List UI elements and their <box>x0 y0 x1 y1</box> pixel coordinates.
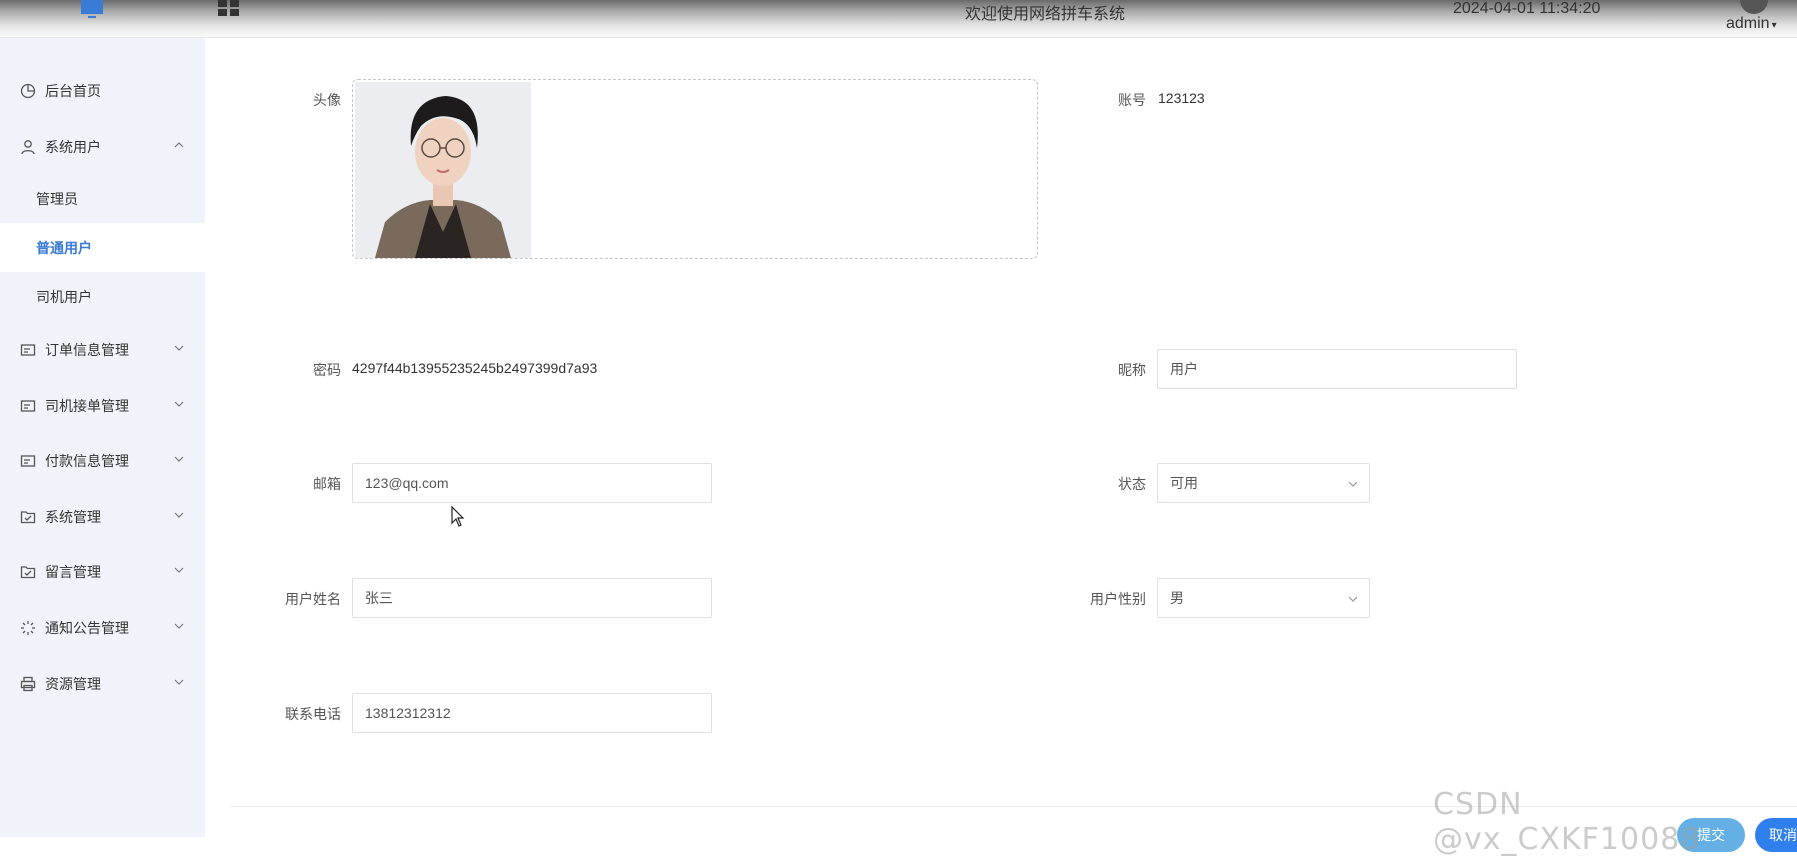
sidebar-item-label: 通知公告管理 <box>45 620 129 636</box>
sidebar-item-label: 订单信息管理 <box>45 342 129 358</box>
nickname-input[interactable]: 用户 <box>1157 349 1517 389</box>
status-selected-value: 可用 <box>1170 475 1198 491</box>
top-header: 欢迎使用网络拼车系统 2024-04-01 11:34:20 admin ▾ <box>0 0 1797 38</box>
chevron-down-icon <box>1348 596 1358 602</box>
sidebar-item-label: 系统用户 <box>45 139 101 155</box>
loading-icon <box>19 619 37 637</box>
watermark-text: CSDN @vx_CXKF10088 <box>1433 787 1701 857</box>
pie-chart-icon <box>19 82 37 100</box>
gender-selected-value: 男 <box>1170 590 1184 606</box>
avatar-label: 头像 <box>313 92 341 108</box>
sidebar-item-system-users[interactable]: 系统用户 <box>0 122 205 172</box>
phone-label: 联系电话 <box>285 706 341 722</box>
account-value: 123123 <box>1158 90 1205 106</box>
email-input[interactable]: 123@qq.com <box>352 463 712 503</box>
chevron-up-icon <box>174 142 184 148</box>
card-icon <box>19 452 37 470</box>
sidebar-item-label: 司机接单管理 <box>45 398 129 414</box>
sidebar-item-home[interactable]: 后台首页 <box>0 66 205 116</box>
sidebar-item-label: 资源管理 <box>45 676 101 692</box>
status-select[interactable]: 可用 <box>1157 463 1370 503</box>
header-datetime: 2024-04-01 11:34:20 <box>1453 0 1601 17</box>
user-avatar[interactable] <box>1740 0 1768 14</box>
phone-input[interactable]: 13812312312 <box>352 693 712 733</box>
sidebar: 后台首页 系统用户 管理员 普通用户 司机用户 订单信息管理 司机接单管理 付款… <box>0 38 205 837</box>
card-icon <box>19 341 37 359</box>
sidebar-item-order-management[interactable]: 订单信息管理 <box>0 325 205 375</box>
chevron-down-icon <box>174 345 184 351</box>
sidebar-item-notice-management[interactable]: 通知公告管理 <box>0 603 205 653</box>
chevron-down-icon <box>174 567 184 573</box>
sidebar-item-driver-orders[interactable]: 司机接单管理 <box>0 381 205 431</box>
sidebar-item-label: 后台首页 <box>45 83 101 99</box>
chevron-down-icon <box>174 679 184 685</box>
gender-select[interactable]: 男 <box>1157 578 1370 618</box>
sidebar-item-system-management[interactable]: 系统管理 <box>0 492 205 542</box>
sidebar-subitem-normal-user[interactable]: 普通用户 <box>0 223 205 272</box>
chevron-down-icon: ▾ <box>1771 20 1777 31</box>
sidebar-subitem-driver-user[interactable]: 司机用户 <box>0 272 205 321</box>
name-input[interactable]: 张三 <box>352 578 712 618</box>
chevron-down-icon <box>174 401 184 407</box>
chevron-down-icon <box>174 623 184 629</box>
app-title: 欢迎使用网络拼车系统 <box>965 6 1126 23</box>
sidebar-item-label: 付款信息管理 <box>45 453 129 469</box>
avatar-image <box>355 82 531 258</box>
email-label: 邮箱 <box>313 476 341 492</box>
folder-check-icon <box>19 508 37 526</box>
folder-check-icon <box>19 563 37 581</box>
sidebar-item-payment-management[interactable]: 付款信息管理 <box>0 436 205 486</box>
status-label: 状态 <box>1118 476 1146 492</box>
chevron-down-icon <box>174 512 184 518</box>
avatar-uploader[interactable] <box>352 79 1038 259</box>
gender-label: 用户性别 <box>1090 591 1146 607</box>
account-label: 账号 <box>1118 92 1146 108</box>
password-value: 4297f44b13955235245b2497399d7a93 <box>352 360 598 376</box>
sidebar-item-label: 留言管理 <box>45 564 101 580</box>
sidebar-subitem-admin[interactable]: 管理员 <box>0 174 205 223</box>
monitor-logo-icon <box>81 0 103 18</box>
nickname-label: 昵称 <box>1118 362 1146 378</box>
username: admin <box>1726 15 1770 32</box>
password-label: 密码 <box>313 362 341 378</box>
user-icon <box>19 138 37 156</box>
user-menu[interactable]: admin ▾ <box>1726 15 1777 33</box>
mouse-cursor-icon <box>451 506 465 527</box>
sidebar-item-resource-management[interactable]: 资源管理 <box>0 659 205 709</box>
grid-menu-icon[interactable] <box>218 0 240 16</box>
printer-icon <box>19 675 37 693</box>
chevron-down-icon <box>174 456 184 462</box>
name-label: 用户姓名 <box>285 591 341 607</box>
sidebar-item-message-management[interactable]: 留言管理 <box>0 547 205 597</box>
card-icon <box>19 397 37 415</box>
sidebar-item-label: 系统管理 <box>45 509 101 525</box>
chevron-down-icon <box>1348 481 1358 487</box>
